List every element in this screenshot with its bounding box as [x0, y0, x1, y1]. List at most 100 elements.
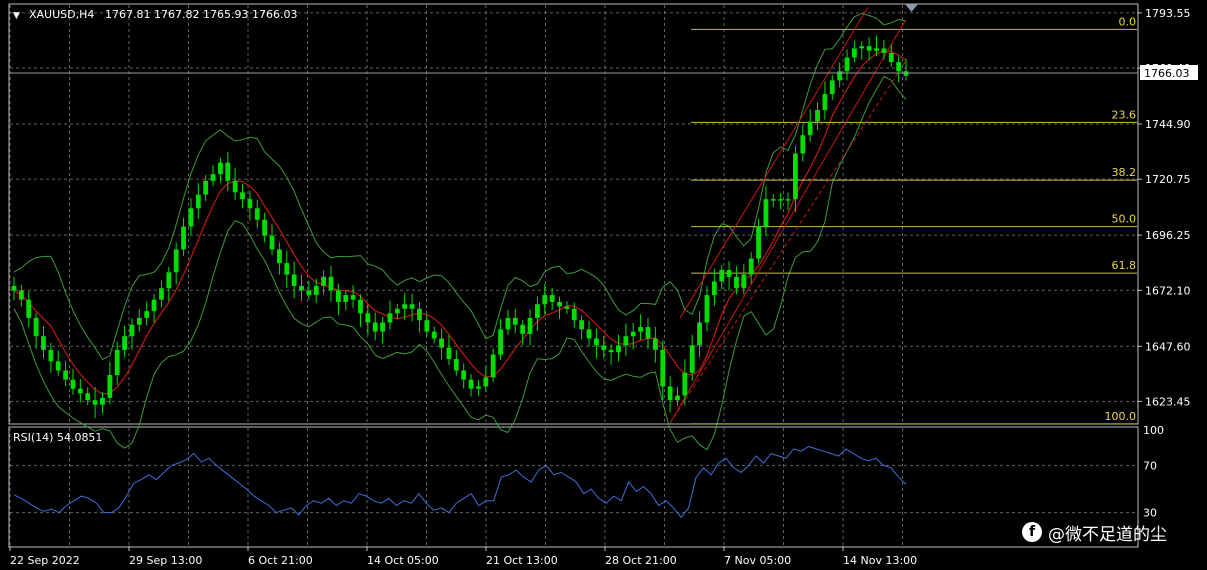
candle-body [18, 290, 24, 300]
candle-body [697, 322, 702, 346]
candle-body [291, 274, 297, 286]
candle-body [218, 162, 223, 175]
candle-body [770, 199, 776, 201]
candle-body [630, 331, 636, 337]
symbol-label: XAUUSD,H4 [29, 8, 94, 21]
candle-body [535, 304, 540, 318]
trend-line [669, 61, 906, 424]
price-tick-label: 1647.60 [1145, 340, 1191, 353]
candle-body [365, 313, 371, 323]
candle-body [505, 317, 511, 330]
candle-body [380, 322, 385, 332]
candle-body [793, 153, 798, 200]
candle-body [144, 311, 150, 318]
candle-body [571, 308, 577, 321]
rsi-line [13, 445, 907, 519]
candle-body [254, 208, 260, 220]
time-tick-label: 7 Nov 05:00 [724, 554, 791, 567]
trend-line [669, 20, 906, 424]
current-price-label: 1766.03 [1144, 67, 1190, 80]
social-logo-icon: f [1022, 522, 1042, 542]
watermark: f @微不足道的尘 [1022, 519, 1167, 545]
candle-body [262, 219, 268, 236]
candle-body [675, 395, 680, 401]
candle-body [335, 290, 341, 302]
candle-body [874, 48, 879, 51]
candle-body [173, 249, 179, 273]
candle-body [446, 347, 452, 360]
candle-body [881, 48, 887, 53]
candle-body [512, 317, 518, 325]
time-tick-label: 29 Sep 13:00 [129, 554, 202, 567]
candle-body [741, 274, 747, 289]
candle-body [417, 308, 422, 321]
candle-body [822, 94, 828, 111]
candle-body [601, 345, 607, 350]
time-tick-label: 21 Oct 13:00 [486, 554, 558, 567]
chart-canvas[interactable]: 0.023.638.250.061.8100.0 1793.551769.401… [0, 0, 1207, 570]
time-tick-label: 14 Oct 05:00 [367, 554, 439, 567]
candle-body [313, 285, 319, 296]
rsi-axis: 100 70 30 [1143, 424, 1164, 520]
candle-body [85, 393, 91, 401]
candle-body [225, 162, 231, 181]
candle-body [520, 324, 526, 334]
candle-body [734, 276, 739, 289]
rsi-tick-label: 100 [1143, 424, 1164, 437]
candle-body [866, 46, 872, 51]
candle-body [55, 361, 61, 371]
candle-body [181, 226, 186, 250]
candle-body [549, 295, 555, 302]
candle-body [623, 336, 629, 346]
candle-body [616, 345, 621, 353]
time-tick-label: 14 Nov 13:00 [843, 554, 917, 567]
candle-body [188, 208, 194, 227]
candle-body [490, 354, 496, 378]
candle-body [608, 349, 614, 353]
candle-body [372, 322, 378, 332]
time-tick-label: 28 Oct 21:00 [605, 554, 677, 567]
candle-body [638, 327, 644, 332]
moving-average-line [13, 50, 907, 395]
menu-dropdown-icon[interactable]: ▼ [13, 11, 20, 21]
candle-body [527, 317, 533, 334]
candle-body [11, 285, 17, 291]
ohlc-values: 1767.81 1767.82 1765.93 1766.03 [105, 8, 297, 21]
time-tick-label: 22 Sep 2022 [10, 554, 80, 567]
candle-body [247, 199, 253, 209]
candle-body [829, 80, 835, 95]
candle-body [77, 388, 83, 394]
price-tick-label: 1720.75 [1145, 173, 1191, 186]
candle-body [92, 400, 98, 405]
candle-body [409, 304, 415, 309]
candle-body [689, 345, 695, 373]
candle-body [896, 62, 902, 72]
candle-body [195, 194, 201, 209]
candle-body [159, 288, 164, 300]
candle-body [210, 174, 216, 181]
candle-body [26, 299, 32, 318]
candle-body [387, 313, 393, 323]
candle-body [748, 258, 754, 275]
candle-body [358, 299, 363, 314]
candle-body [483, 377, 489, 387]
rsi-series [13, 445, 907, 519]
rsi-tick-label: 30 [1143, 507, 1157, 520]
fibonacci-levels: 0.0 23.6 38.2 50.0 61.8 100.0 [691, 15, 1137, 425]
price-tick-label: 1744.90 [1145, 118, 1191, 131]
scroll-marker-icon[interactable] [905, 4, 918, 12]
candle-body [402, 304, 408, 309]
candle-body [564, 306, 570, 309]
candle-body [33, 317, 39, 337]
rsi-panel-frame [8, 426, 1139, 548]
candle-body [122, 336, 127, 350]
candle-body [807, 121, 813, 136]
candle-body [424, 320, 430, 332]
candle-body [542, 295, 548, 305]
candle-body [844, 57, 850, 72]
candle-body [498, 329, 503, 355]
candle-body [851, 48, 857, 58]
bollinger-lower [13, 75, 907, 451]
candle-body [800, 135, 806, 154]
candle-body [129, 324, 135, 337]
